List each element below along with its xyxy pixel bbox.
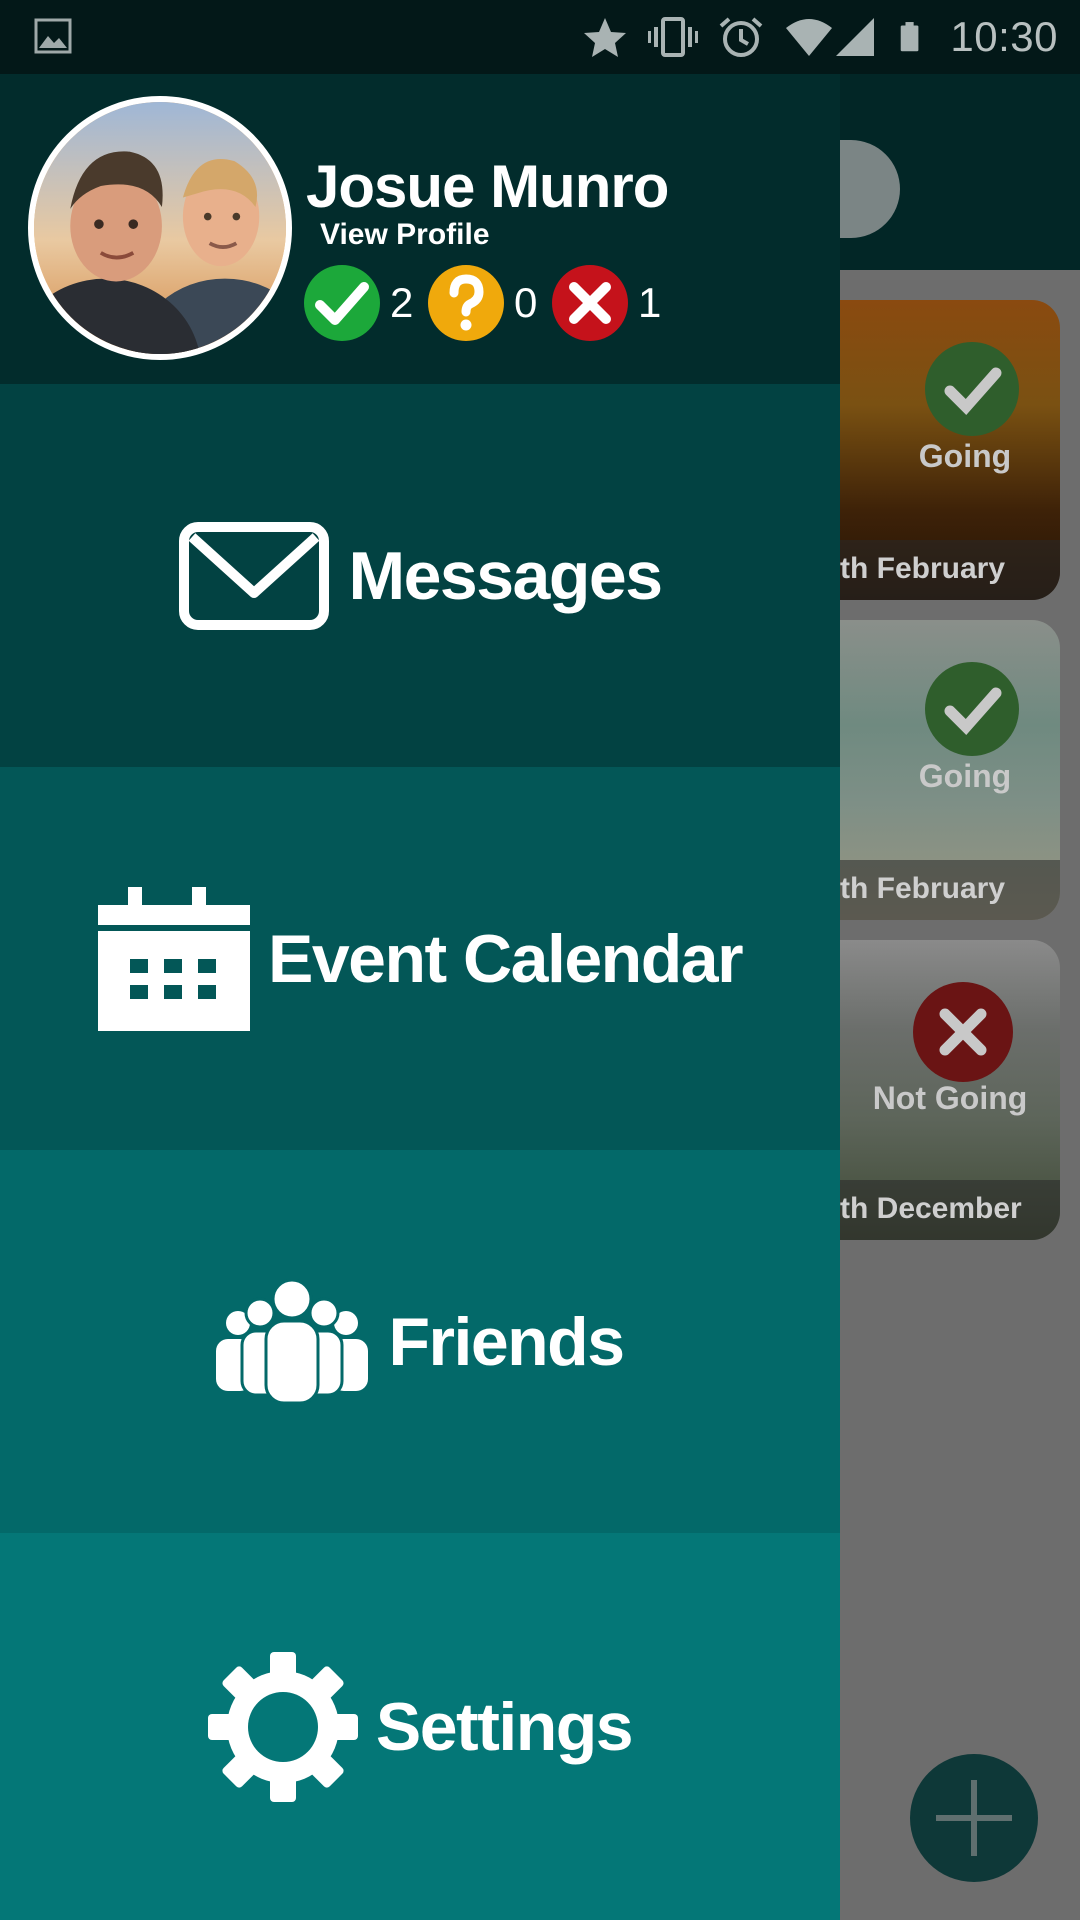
menu-item-settings[interactable]: Settings (0, 1533, 840, 1920)
wifi-icon (786, 19, 833, 56)
not-going-counter: 1 (552, 265, 662, 341)
avatar-photo (34, 102, 286, 354)
menu-item-messages[interactable]: Messages (0, 384, 840, 767)
navigation-drawer: Josue Munro View Profile 2 0 1 Messages … (0, 74, 840, 1920)
user-name: Josue Munro (306, 153, 669, 220)
menu-label-friends: Friends (388, 1303, 625, 1380)
rsvp-counters: 2 0 1 (304, 264, 676, 342)
clock-time: 10:30 (950, 13, 1058, 60)
going-count: 2 (390, 279, 414, 326)
battery-icon (901, 22, 919, 52)
app-screen: 10:30 Going th February Going th Februar… (0, 0, 1080, 1920)
gear-icon (207, 1651, 358, 1802)
status-bar: 10:30 (0, 0, 1080, 74)
maybe-count: 0 (514, 279, 538, 326)
cross-icon (552, 265, 628, 341)
alarm-icon (720, 17, 763, 57)
star-icon (584, 18, 627, 57)
check-icon (925, 342, 1019, 436)
menu-item-friends[interactable]: Friends (0, 1150, 840, 1533)
maybe-counter: 0 (428, 265, 538, 341)
event-status: Going (918, 758, 1012, 794)
not-going-count: 1 (638, 279, 662, 326)
vibrate-icon (648, 17, 699, 57)
plus-icon (936, 1780, 1012, 1856)
menu-label-messages: Messages (348, 537, 663, 614)
profile-header: Josue Munro View Profile 2 0 1 (0, 74, 840, 384)
image-icon (34, 18, 72, 54)
people-icon (216, 1278, 369, 1404)
event-status: Not Going (872, 1080, 1028, 1116)
check-icon (304, 265, 380, 341)
event-status: Going (918, 438, 1012, 474)
menu-label-settings: Settings (375, 1688, 634, 1765)
envelope-icon (179, 521, 330, 630)
cross-icon (913, 982, 1013, 1082)
check-icon (925, 662, 1019, 756)
menu-label-event-calendar: Event Calendar (267, 920, 744, 997)
avatar[interactable] (28, 96, 292, 360)
calendar-icon (97, 886, 250, 1031)
going-counter: 2 (304, 265, 414, 341)
add-event-button[interactable] (910, 1754, 1038, 1882)
question-icon (428, 265, 504, 341)
menu-item-event-calendar[interactable]: Event Calendar (0, 767, 840, 1150)
signal-icon (836, 18, 875, 56)
view-profile-link[interactable]: View Profile (320, 218, 490, 252)
